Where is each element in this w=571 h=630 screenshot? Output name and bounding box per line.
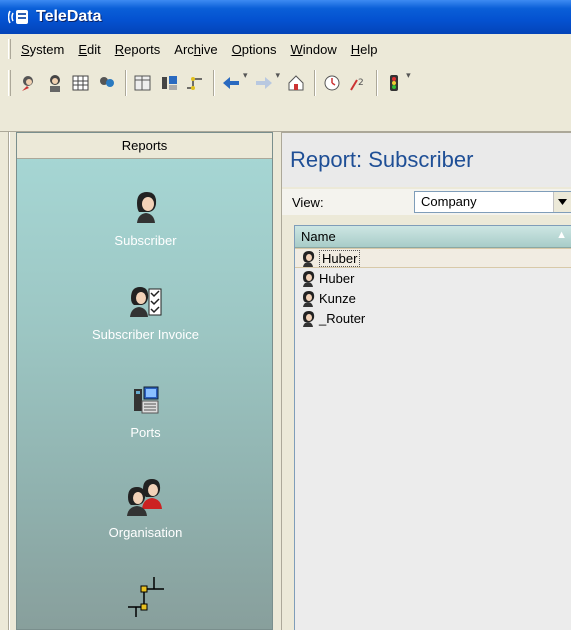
list-item[interactable]: _Router [295,308,571,328]
list-item[interactable]: Huber [295,248,571,268]
home-icon [288,75,304,91]
view-label: View: [292,195,324,210]
report-title: Report: Subscriber [282,133,571,187]
toolbar: ▾ ▾ 2 ▾ [0,64,571,132]
ports-icon [162,76,177,90]
home-button[interactable] [284,70,308,96]
sort-ascending-icon: ▲ [556,229,567,241]
grid-icon [72,75,89,91]
window-title: TeleData [36,8,102,25]
subscriber-icon [303,271,315,287]
connection-route-icon [127,577,164,617]
toolbar-separator [213,70,215,96]
statistics-icon: 2 [350,78,364,91]
route-tool-button[interactable] [183,70,207,96]
svg-text:2: 2 [358,78,364,88]
subscriber-icon [303,251,315,267]
route-icon [187,77,202,90]
toolbar-separator [125,70,127,96]
toolbar-grip[interactable] [8,70,11,96]
list-item-name: Kunze [319,290,356,306]
sidebar-item-subscriber[interactable]: Subscriber [17,189,274,248]
sidebar-item-label: Organisation [108,525,183,540]
menu-window[interactable]: Window [290,42,336,57]
table-tool-button[interactable] [131,70,155,96]
subscriber-icon [136,192,156,223]
sidebar-item-organisation[interactable]: Organisation [17,477,274,540]
subscriber-icon [303,291,315,307]
traffic-light-button[interactable] [382,70,406,96]
sidebar-item-label: Ports [130,425,161,440]
chevron-down-icon[interactable] [553,192,571,212]
toolbar-separator [376,70,379,96]
subscriber-edit-tool-button[interactable] [17,70,41,96]
toolbar-separator [314,70,317,96]
list-item-name: Huber [319,249,361,267]
ports-tool-button[interactable] [157,70,181,96]
grid-tool-button[interactable] [69,70,93,96]
users-icon [100,77,114,87]
table-icon [134,75,151,91]
reports-sidebar: Reports Subscriber Subscriber Invoice Po… [16,132,273,630]
menu-reports[interactable]: Reports [115,42,161,57]
column-header-label: Name [301,229,336,244]
clock-icon [324,75,340,91]
sidebar-item-ports[interactable]: Ports [17,385,274,440]
title-bar: TeleData [0,0,571,34]
arrow-right-icon [255,77,272,89]
subscriber-icon [303,311,315,327]
clock-tool-button[interactable] [320,70,344,96]
left-frame [0,132,16,630]
ports-icon [133,386,158,414]
sidebar-item-connections[interactable] [17,575,274,619]
menu-options[interactable]: Options [232,42,277,57]
frame-divider [8,132,10,630]
organisation-icon [126,479,162,516]
report-panel: Report: Subscriber View: Company Name ▲ … [281,132,571,630]
statistics-tool-button[interactable]: 2 [346,70,370,96]
forward-dropdown-icon[interactable]: ▾ [276,70,281,81]
sidebar-header: Reports [17,133,272,159]
menu-archive[interactable]: Archive [174,42,217,57]
sidebar-item-label: Subscriber Invoice [92,327,199,342]
list-item[interactable]: Kunze [295,288,571,308]
column-header-name[interactable]: Name ▲ [295,226,571,248]
back-dropdown-icon[interactable]: ▾ [243,70,248,81]
users-tool-button[interactable] [95,70,119,96]
view-select-value: Company [421,194,477,209]
list-item-name: Huber [319,270,355,286]
subscriber-tool-button[interactable] [43,70,67,96]
menu-system[interactable]: System [21,42,64,57]
sidebar-item-subscriber-invoice[interactable]: Subscriber Invoice [17,283,274,342]
menu-bar: System Edit Reports Archive Options Wind… [0,34,571,64]
traffic-light-icon [390,75,399,91]
arrow-left-icon [223,77,239,89]
view-select[interactable]: Company [414,191,571,213]
app-icon [8,10,28,24]
menu-help[interactable]: Help [351,42,378,57]
view-row: View: Company [282,189,571,215]
list-item-name: _Router [319,310,366,326]
back-button[interactable] [219,70,243,96]
list-item[interactable]: Huber [295,268,571,288]
person-icon [50,75,60,92]
menu-edit[interactable]: Edit [78,42,100,57]
forward-button[interactable] [252,70,276,96]
subscriber-list: Name ▲ Huber Huber Kunze _Router [294,225,571,630]
menubar-grip[interactable] [8,39,11,59]
traffic-light-dropdown-icon[interactable]: ▾ [406,70,411,81]
subscriber-edit-icon [22,76,33,91]
sidebar-item-label: Subscriber [114,233,177,248]
subscriber-invoice-icon [129,287,161,317]
